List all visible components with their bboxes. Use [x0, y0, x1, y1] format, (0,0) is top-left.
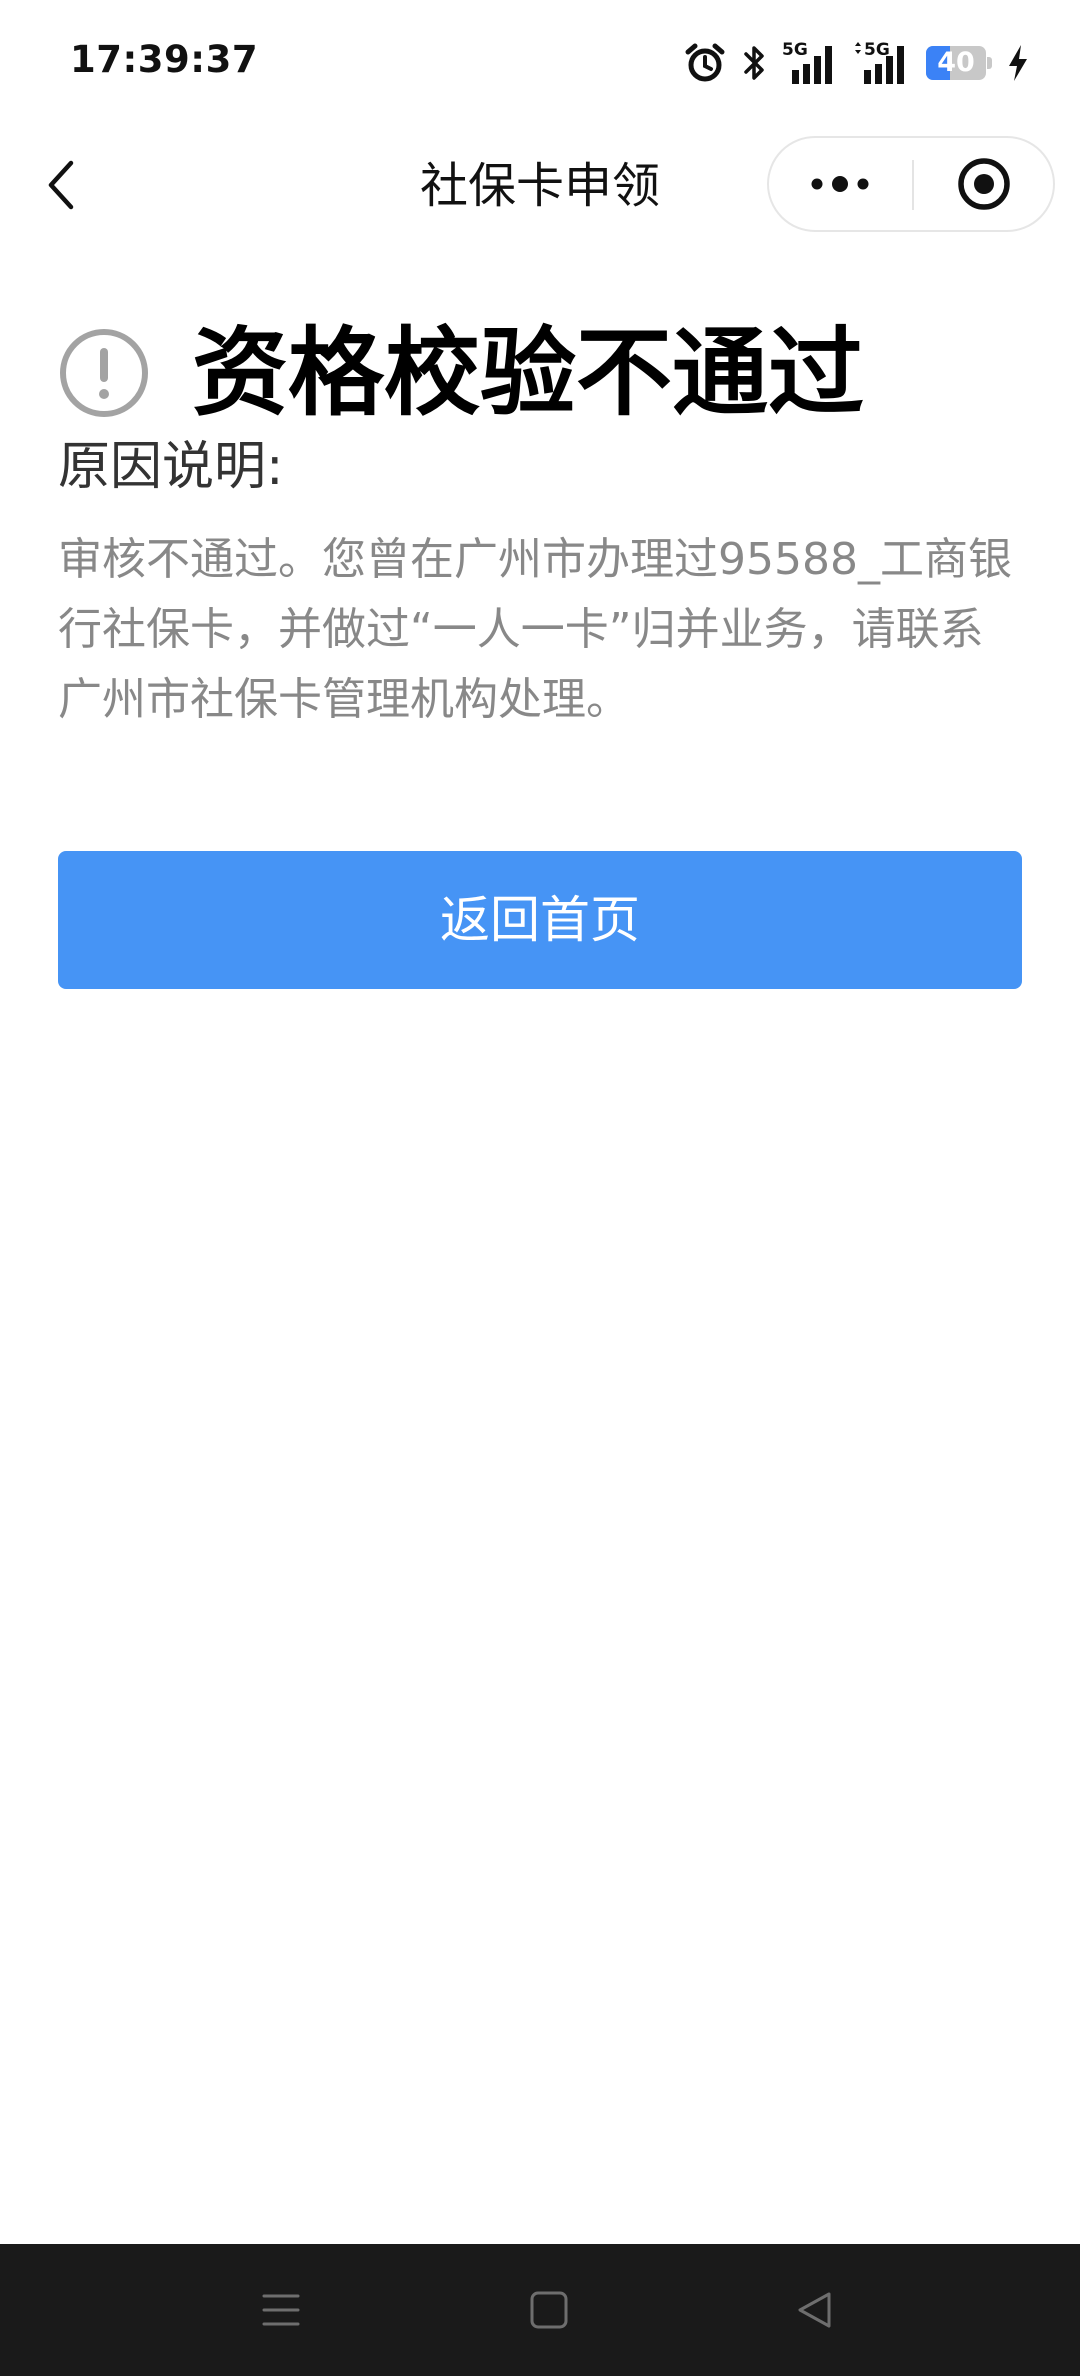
warning-circle-icon — [60, 329, 148, 417]
status-bar: 17:39:37 5G 5G 40 — [0, 0, 1080, 126]
home-button[interactable] — [519, 2280, 579, 2340]
battery-icon: 40 — [926, 46, 992, 80]
reason-text: 审核不通过。您曾在广州市办理过95588_工商银行社保卡，并做过“一人一卡”归并… — [58, 534, 1012, 725]
signal-5g-icon: 5G — [782, 40, 840, 86]
back-nav-button[interactable] — [785, 2280, 845, 2340]
close-target-icon — [958, 158, 1010, 210]
reason-label: 原因说明: — [58, 437, 284, 497]
menu-button[interactable] — [251, 2280, 311, 2340]
charging-icon — [1006, 43, 1030, 83]
menu-icon — [262, 2294, 300, 2326]
signal-5g-icon: 5G — [854, 40, 912, 86]
nav-bar: 社保卡申领 — [0, 126, 1080, 244]
status-time: 17:39:37 — [70, 38, 259, 81]
more-button[interactable] — [769, 138, 911, 230]
back-arrow-icon — [48, 160, 74, 210]
bluetooth-icon — [740, 43, 768, 83]
battery-level: 40 — [937, 47, 975, 78]
capsule-divider — [912, 160, 914, 210]
result-header: 资格校验不通过 — [58, 318, 864, 428]
close-button[interactable] — [915, 138, 1053, 230]
alarm-icon — [684, 42, 726, 84]
back-triangle-icon — [798, 2292, 831, 2328]
status-icons: 5G 5G 40 — [684, 38, 1030, 88]
more-dots-icon — [811, 176, 869, 192]
back-button[interactable] — [30, 152, 96, 218]
system-nav-bar — [0, 2244, 1080, 2376]
miniprogram-capsule — [767, 136, 1055, 232]
home-square-icon — [530, 2291, 568, 2329]
back-to-home-button[interactable]: 返回首页 — [58, 851, 1022, 989]
result-title: 资格校验不通过 — [192, 317, 864, 429]
